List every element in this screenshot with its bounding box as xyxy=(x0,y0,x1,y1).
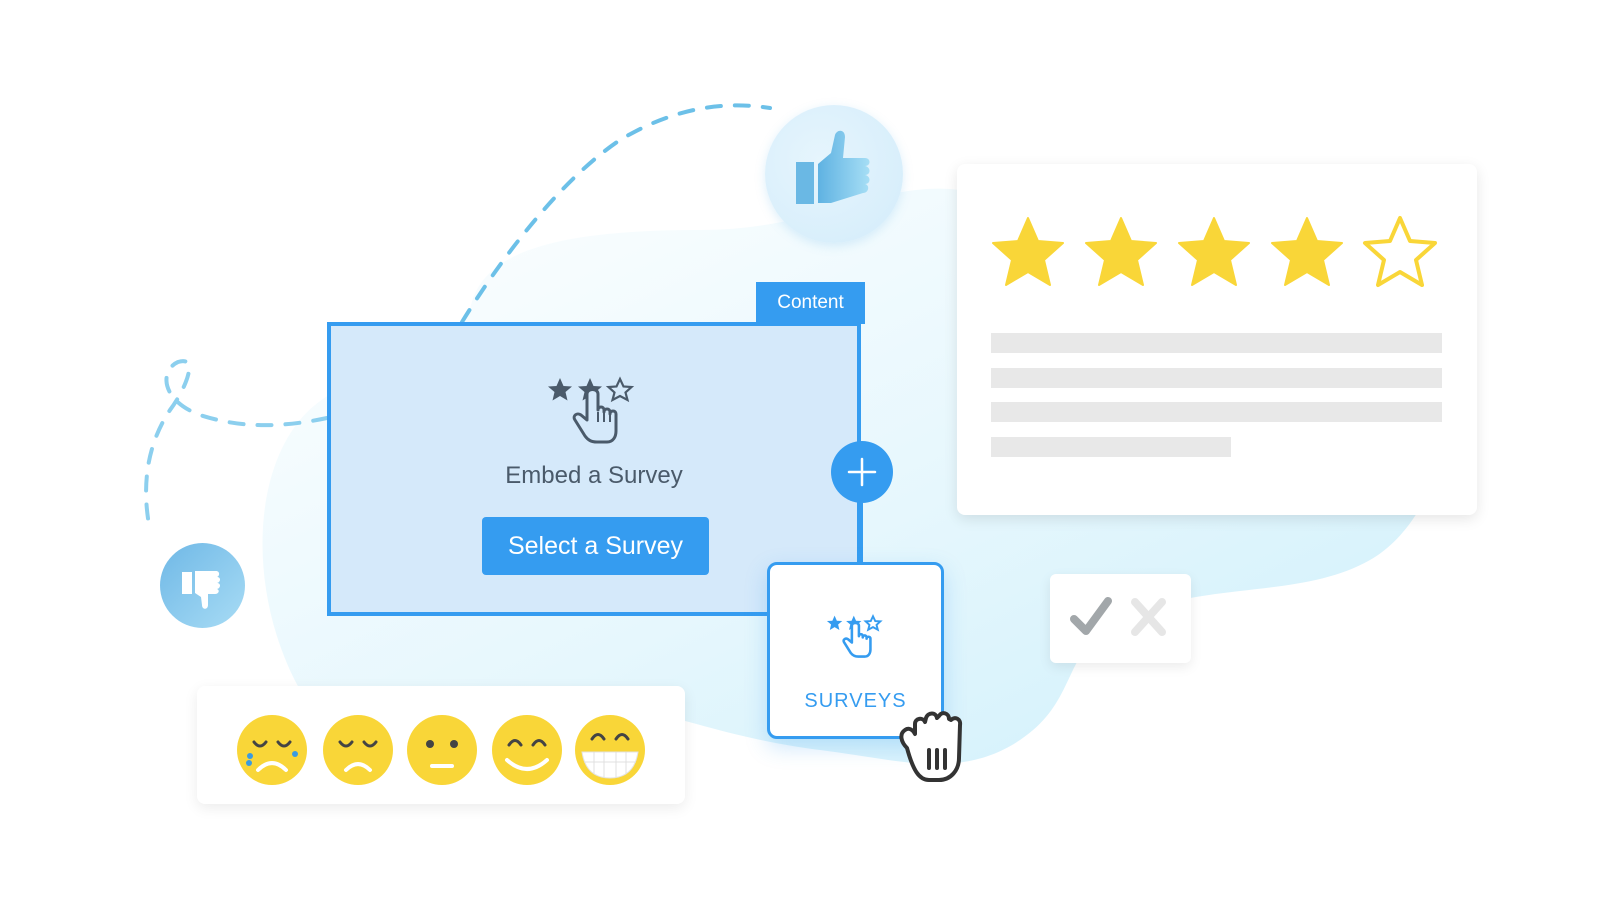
smiling-face-icon[interactable] xyxy=(491,714,563,786)
star-filled-icon[interactable] xyxy=(1267,214,1347,290)
crying-face-icon[interactable] xyxy=(236,714,308,786)
yes-no-card xyxy=(1050,574,1191,663)
plus-icon xyxy=(847,457,877,487)
neutral-face-icon[interactable] xyxy=(406,714,478,786)
text-placeholder-line xyxy=(991,368,1442,388)
thumbs-up-icon xyxy=(796,130,870,204)
cross-icon[interactable] xyxy=(1131,598,1166,636)
thumbs-down-icon xyxy=(182,571,220,609)
star-rating-tap-icon xyxy=(545,368,645,458)
grinning-face-icon[interactable] xyxy=(574,714,646,786)
text-placeholder-line xyxy=(991,333,1442,353)
sad-face-icon[interactable] xyxy=(322,714,394,786)
grab-hand-cursor-icon xyxy=(893,708,979,786)
thumbs-down-bubble xyxy=(160,543,245,628)
star-filled-icon[interactable] xyxy=(1081,214,1161,290)
text-placeholder-line xyxy=(991,402,1442,422)
thumbs-up-bubble xyxy=(765,105,903,243)
add-block-button[interactable] xyxy=(831,441,893,503)
text-placeholder-line xyxy=(991,437,1231,457)
select-survey-button[interactable]: Select a Survey xyxy=(482,517,709,575)
star-empty-icon[interactable] xyxy=(1360,214,1440,290)
star-rating-tap-icon xyxy=(825,608,889,668)
embed-survey-title: Embed a Survey xyxy=(505,462,683,489)
content-tab[interactable]: Content xyxy=(756,282,865,324)
star-filled-icon[interactable] xyxy=(1174,214,1254,290)
connector-line xyxy=(859,503,863,563)
checkmark-icon[interactable] xyxy=(1070,597,1112,635)
star-filled-icon[interactable] xyxy=(988,214,1068,290)
